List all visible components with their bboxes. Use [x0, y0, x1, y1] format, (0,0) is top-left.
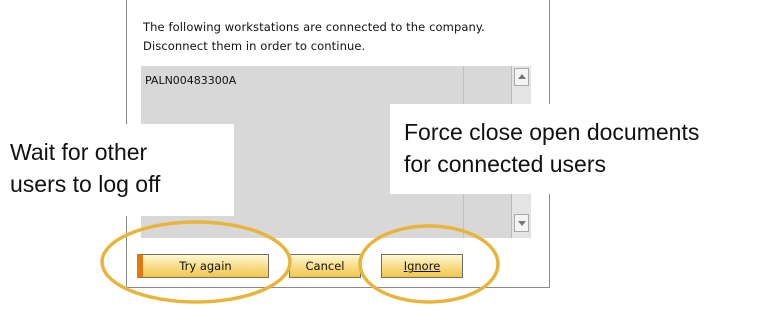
message-line-2: Disconnect them in order to continue. [143, 39, 366, 53]
cancel-button[interactable]: Cancel [289, 254, 361, 278]
ignore-button[interactable]: Ignore [381, 254, 463, 278]
message-line-1: The following workstations are connected… [143, 20, 485, 34]
callout-wait-line-1: Wait for other [10, 139, 148, 165]
scroll-up-button[interactable] [514, 68, 529, 86]
scroll-down-button[interactable] [514, 214, 529, 232]
callout-force-line-1: Force close open documents [404, 119, 700, 145]
callout-wait: Wait for other users to log off [0, 124, 234, 216]
scroll-up-arrow-icon [518, 74, 526, 79]
callout-force-close: Force close open documents for connected… [390, 104, 766, 194]
list-item[interactable]: PALN00483300A [145, 74, 236, 87]
dialog-message: The following workstations are connected… [143, 18, 543, 56]
scroll-down-arrow-icon [518, 221, 526, 226]
callout-force-line-2: for connected users [404, 151, 607, 177]
callout-wait-line-2: users to log off [10, 171, 161, 197]
try-again-button[interactable]: Try again [137, 254, 269, 278]
